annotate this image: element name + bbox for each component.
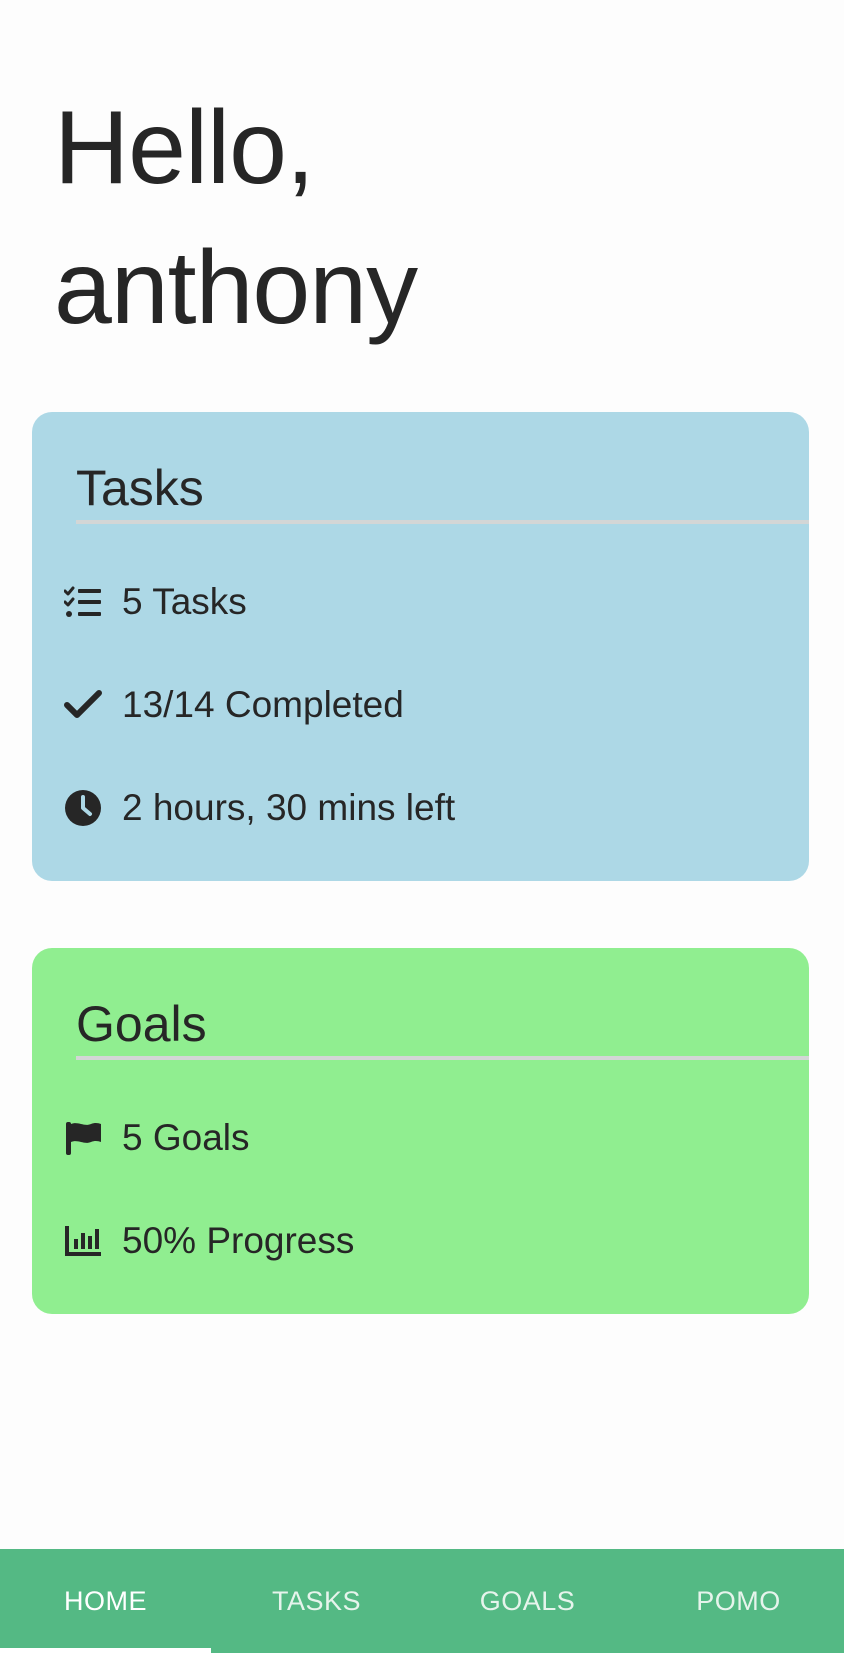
tab-home-label: HOME — [64, 1585, 147, 1616]
task-list-icon — [64, 583, 102, 621]
tab-goals-label: GOALS — [479, 1585, 576, 1616]
tasks-completed-text: 13/14 Completed — [122, 684, 404, 725]
tasks-count-row: 5 Tasks — [64, 577, 247, 627]
tab-pomo[interactable]: POMO — [633, 1549, 844, 1653]
tasks-card-divider — [76, 520, 809, 524]
tasks-card[interactable]: Tasks 5 Tasks 13/14 Completed 2 hours, 3… — [32, 412, 809, 881]
goals-card-divider — [76, 1056, 809, 1060]
tab-goals[interactable]: GOALS — [422, 1549, 633, 1653]
active-tab-indicator — [0, 1648, 211, 1653]
tasks-completed-row: 13/14 Completed — [64, 680, 404, 730]
goals-count-text: 5 Goals — [122, 1117, 250, 1158]
goals-progress-text: 50% Progress — [122, 1220, 355, 1261]
tab-tasks-label: TASKS — [271, 1585, 362, 1616]
tab-tasks[interactable]: TASKS — [211, 1549, 422, 1653]
goals-count-row: 5 Goals — [64, 1113, 250, 1163]
tasks-time-left-row: 2 hours, 30 mins left — [64, 783, 455, 833]
check-icon — [64, 686, 102, 724]
greeting-user-name: anthony — [54, 230, 418, 346]
goals-progress-row: 50% Progress — [64, 1216, 354, 1266]
tasks-count-text: 5 Tasks — [122, 581, 247, 622]
goals-card-title: Goals — [76, 996, 207, 1052]
tasks-time-left-text: 2 hours, 30 mins left — [122, 787, 456, 828]
tab-home[interactable]: HOME — [0, 1549, 211, 1653]
flag-icon — [64, 1119, 102, 1157]
tab-pomo-label: POMO — [696, 1585, 781, 1616]
goals-card[interactable]: Goals 5 Goals 50% Progress — [32, 948, 809, 1314]
greeting-line-hello: Hello, — [54, 90, 315, 206]
bottom-nav: HOME TASKS GOALS POMO — [0, 1549, 844, 1653]
tasks-card-title: Tasks — [76, 460, 204, 516]
bar-chart-icon — [64, 1222, 102, 1260]
clock-icon — [64, 789, 102, 827]
greeting: Hello, anthony — [54, 78, 418, 358]
